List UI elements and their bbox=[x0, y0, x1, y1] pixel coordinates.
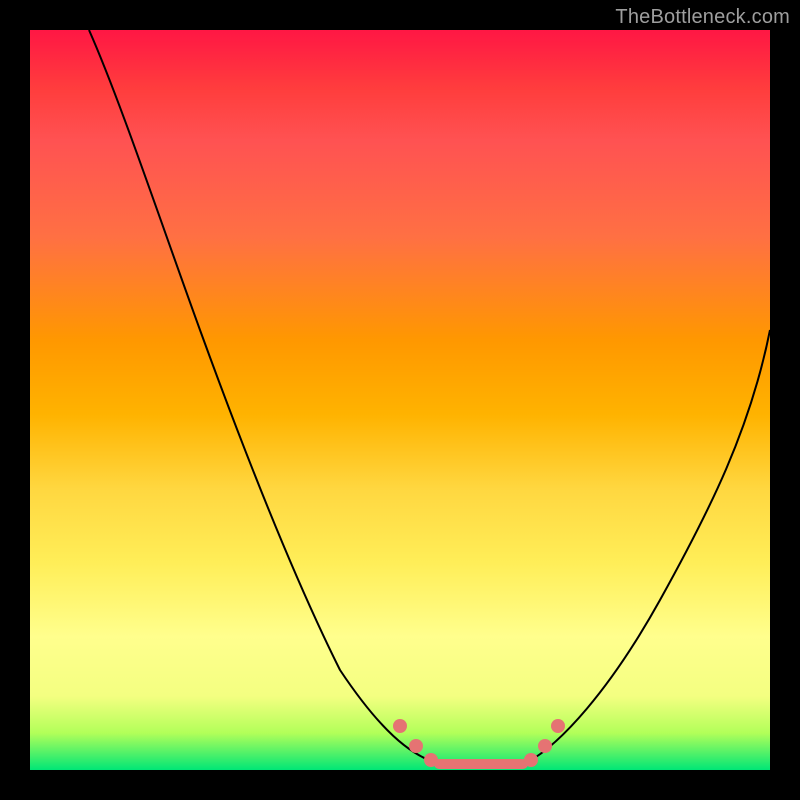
watermark-text: TheBottleneck.com bbox=[615, 6, 790, 29]
chart-svg bbox=[30, 30, 770, 770]
marker-dot bbox=[551, 719, 565, 733]
marker-dot bbox=[538, 739, 552, 753]
marker-bar bbox=[434, 759, 528, 769]
marker-dot bbox=[524, 753, 538, 767]
left-curve bbox=[89, 30, 437, 763]
right-curve bbox=[526, 330, 770, 763]
marker-dot bbox=[393, 719, 407, 733]
chart-frame: TheBottleneck.com bbox=[0, 0, 800, 800]
marker-dot bbox=[409, 739, 423, 753]
